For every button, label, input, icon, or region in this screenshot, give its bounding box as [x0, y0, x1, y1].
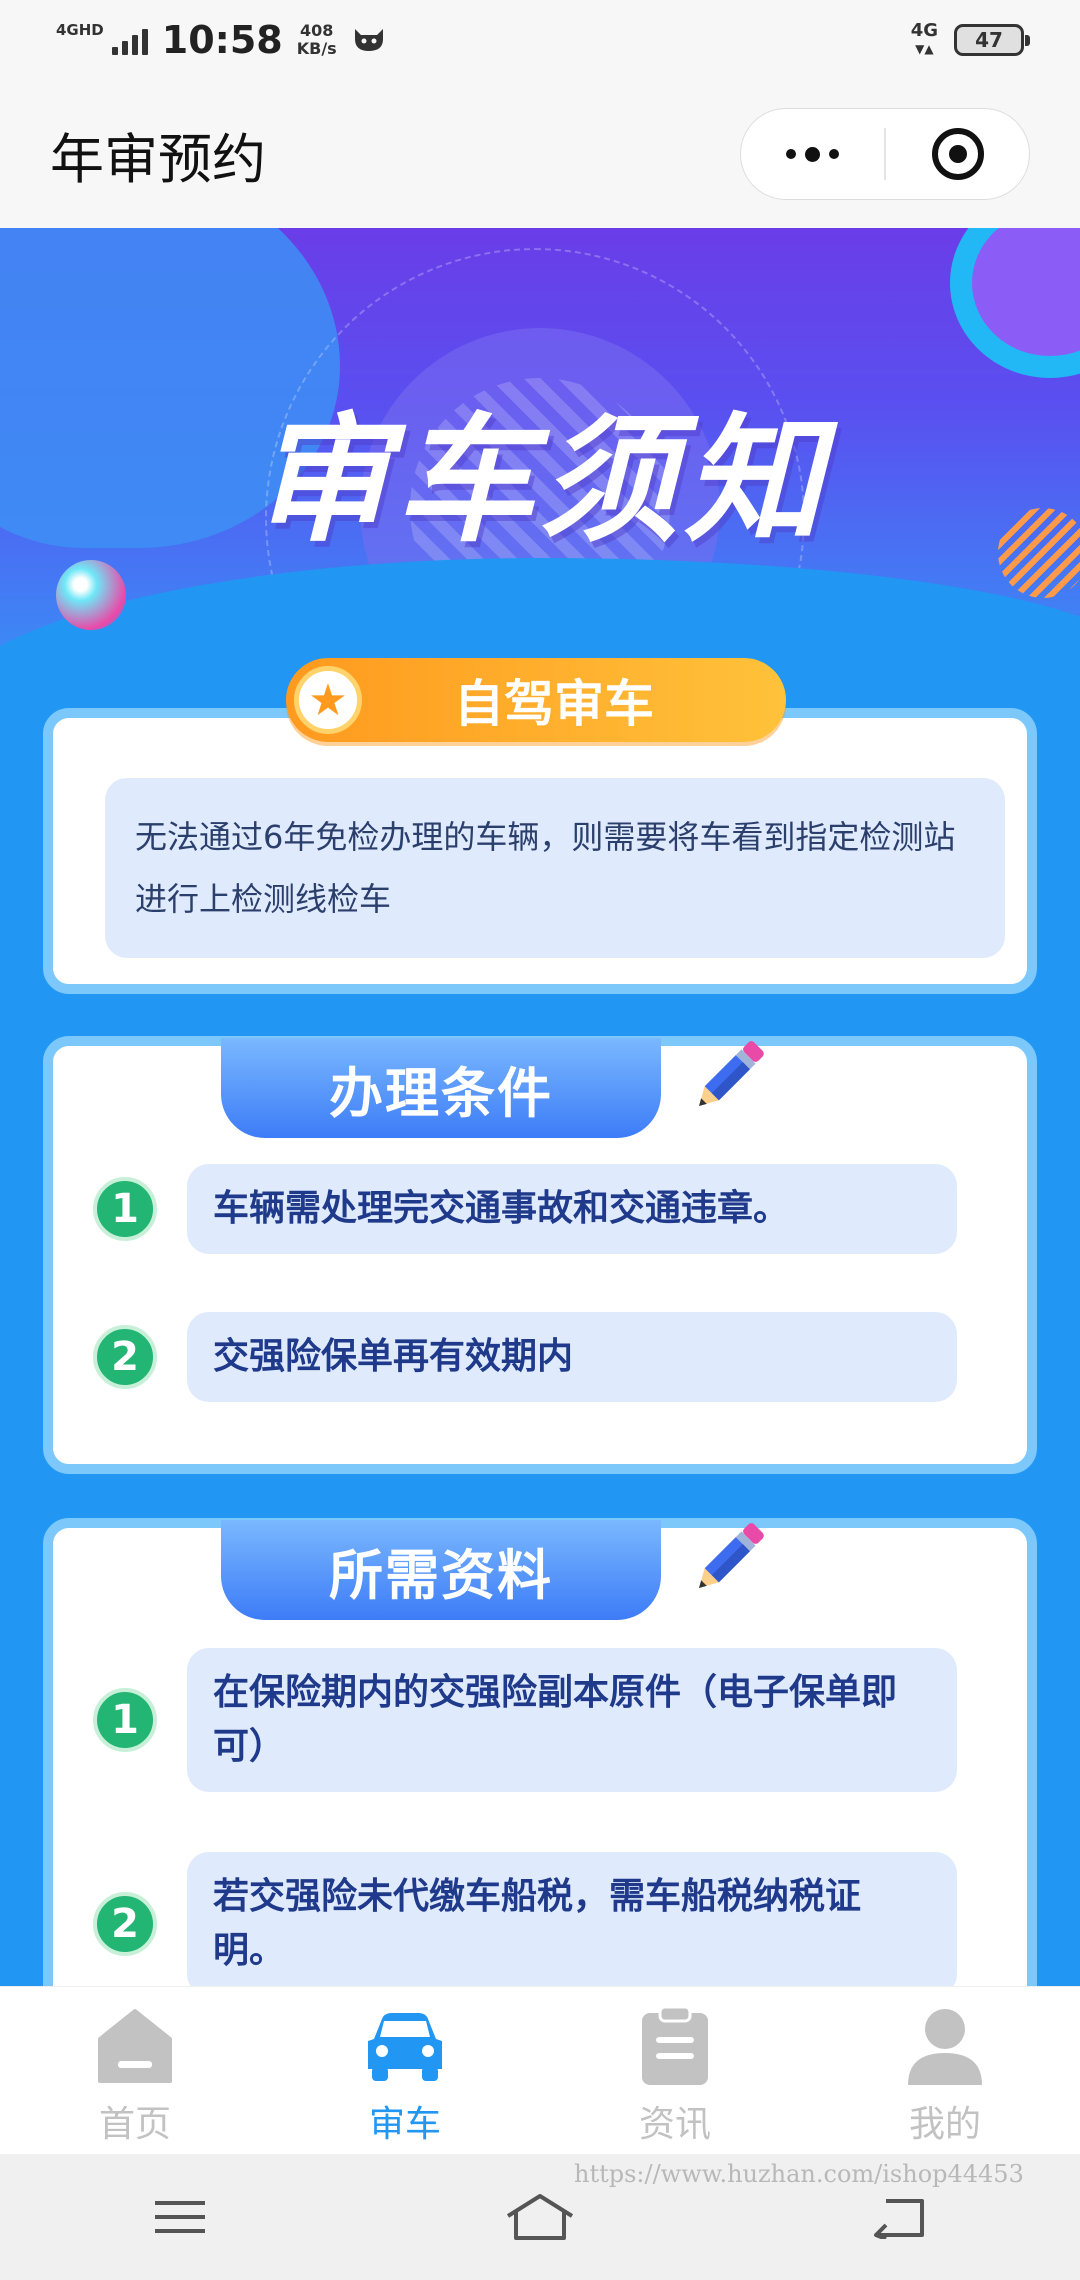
item-number: 2: [93, 1325, 157, 1389]
user-icon: [908, 2009, 982, 2085]
cell-4g-icon: 4G ▼▲: [910, 20, 938, 57]
pencil-icon: [699, 1523, 764, 1588]
car-icon: [368, 2013, 442, 2081]
clipboard-icon: [642, 2005, 708, 2085]
banner-ball-decoration: [56, 560, 126, 630]
tab-news-label: 资讯: [638, 2104, 711, 2145]
banner-wave: [0, 558, 1080, 668]
self-drive-text: 无法通过6年免检办理的车辆，则需要将车看到指定检测站进行上检测线检车: [105, 778, 1005, 958]
tab-bar: 首页 审车 资讯 我的: [0, 1986, 1080, 2154]
list-item: 2 若交强险未代缴车船税，需车船税纳税证明。: [93, 1852, 993, 1996]
home-button[interactable]: [495, 2182, 585, 2252]
list-item: 1 在保险期内的交强险副本原件（电子保单即可）: [93, 1648, 993, 1792]
item-number: 1: [93, 1688, 157, 1752]
more-button[interactable]: [741, 109, 884, 199]
pencil-icon: [699, 1041, 764, 1106]
back-icon: [874, 2199, 924, 2239]
signal-icon: [111, 25, 148, 55]
clock: 10:58: [161, 18, 283, 62]
status-bar: 4GHD 10:58 408 KB/s 4G ▼▲ 47: [0, 0, 1080, 80]
home-icon: [98, 2009, 172, 2083]
conditions-tag: 办理条件: [221, 1038, 661, 1138]
tab-home[interactable]: 首页: [0, 1987, 270, 2154]
miniprogram-capsule: [740, 108, 1030, 200]
tab-car-label: 审车: [368, 2104, 441, 2145]
self-drive-tag-label: 自驾审车: [454, 675, 654, 733]
self-drive-card: 无法通过6年免检办理的车辆，则需要将车看到指定检测站进行上检测线检车: [43, 708, 1037, 994]
back-button[interactable]: [855, 2182, 945, 2252]
banner: 审车须知: [0, 228, 1080, 668]
tab-mine[interactable]: 我的: [810, 1987, 1080, 2154]
item-text: 在保险期内的交强险副本原件（电子保单即可）: [187, 1648, 957, 1792]
item-text: 车辆需处理完交通事故和交通违章。: [187, 1164, 957, 1254]
watermark: https://www.huzhan.com/ishop44453: [574, 2160, 1024, 2188]
menu-button[interactable]: [135, 2182, 225, 2252]
network-badge: 4GHD: [56, 21, 104, 39]
more-dots-icon: [786, 146, 839, 162]
item-text: 交强险保单再有效期内: [187, 1312, 957, 1402]
tab-news[interactable]: 资讯: [540, 1987, 810, 2154]
item-number: 1: [93, 1177, 157, 1241]
documents-tag: 所需资料: [221, 1520, 661, 1620]
self-drive-tag: ★ 自驾审车: [286, 658, 786, 742]
banner-corner-decoration: [950, 228, 1080, 378]
menu-icon: [155, 2201, 205, 2233]
title-bar: 年审预约: [0, 80, 1080, 228]
home-outline-icon: [506, 2194, 574, 2240]
tab-mine-label: 我的: [908, 2104, 981, 2145]
tab-home-label: 首页: [98, 2104, 171, 2145]
star-icon: ★: [294, 666, 362, 734]
conditions-card: 办理条件 1 车辆需处理完交通事故和交通违章。 2 交强险保单再有效期内: [43, 1036, 1037, 1474]
close-miniprogram-button[interactable]: [886, 109, 1029, 199]
item-text: 若交强险未代缴车船税，需车船税纳税证明。: [187, 1852, 957, 1996]
tab-car[interactable]: 审车: [270, 1987, 540, 2154]
app-notification-icon: [354, 29, 383, 51]
network-speed: 408 KB/s: [296, 21, 337, 58]
list-item: 2 交强险保单再有效期内: [93, 1312, 993, 1402]
item-number: 2: [93, 1892, 157, 1956]
list-item: 1 车辆需处理完交通事故和交通违章。: [93, 1164, 993, 1254]
battery-icon: 47: [954, 24, 1030, 56]
target-circle-icon: [931, 128, 984, 180]
banner-heading: 审车须知: [251, 400, 828, 561]
page-title: 年审预约: [50, 127, 266, 191]
